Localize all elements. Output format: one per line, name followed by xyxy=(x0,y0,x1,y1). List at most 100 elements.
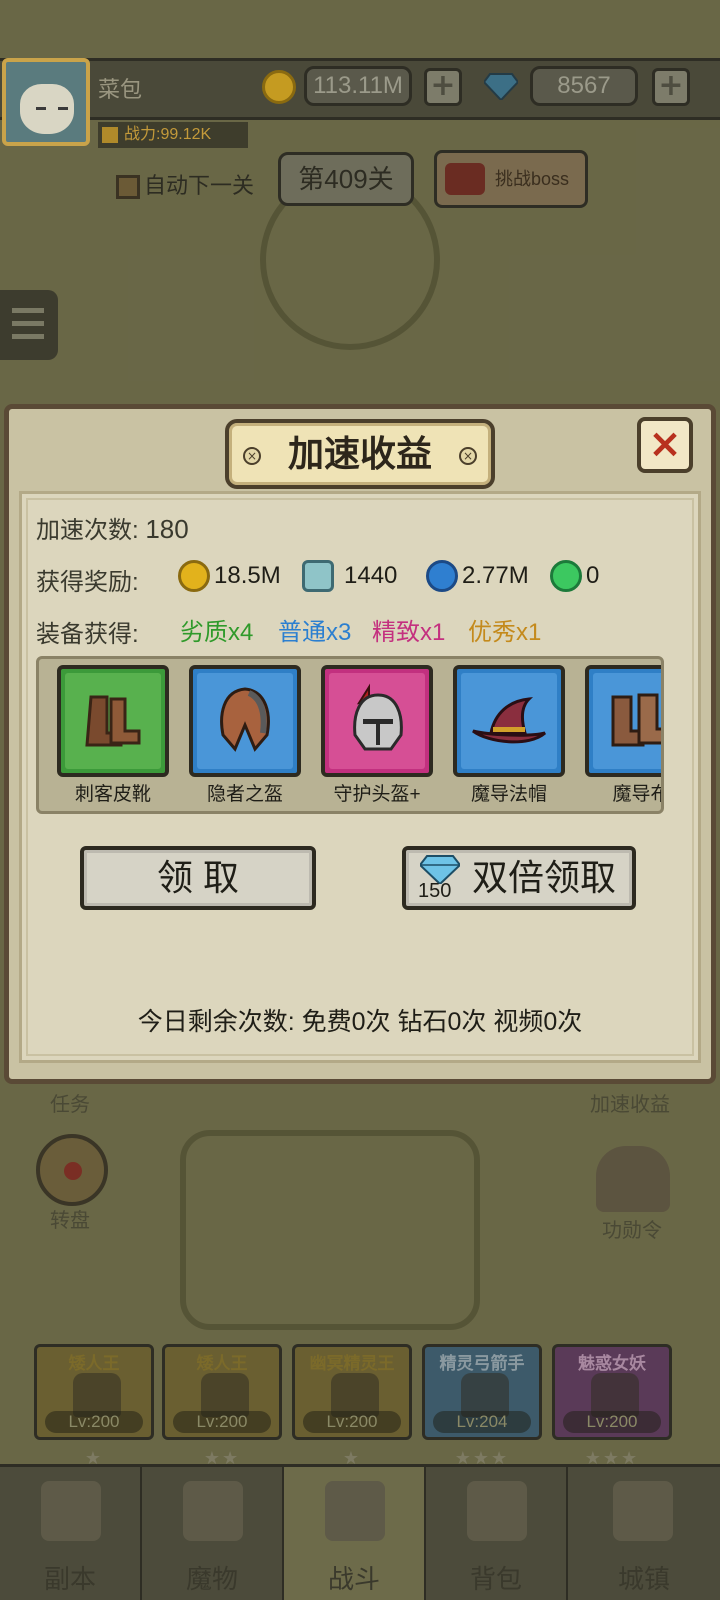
merit-label[interactable]: 功勋令 xyxy=(602,1214,662,1243)
current-stage-button[interactable]: 第409关 xyxy=(278,152,414,206)
map-scroll-icon xyxy=(41,1481,101,1541)
add-diamond-button[interactable]: + xyxy=(652,68,690,106)
cloth-boots-icon xyxy=(611,693,661,747)
boots-icon xyxy=(85,695,141,747)
equipment-name: 守护头盔+ xyxy=(333,784,421,805)
monster-helmet-icon xyxy=(183,1481,243,1541)
dialog-title-plate: × 加速收益 × xyxy=(225,419,495,489)
power-icon xyxy=(102,127,118,143)
reward-crystal: 1440 xyxy=(302,558,422,594)
speedup-count-row: 加速次数: 180 xyxy=(36,510,189,545)
equipment-item[interactable] xyxy=(321,665,433,777)
lucky-wheel-icon[interactable] xyxy=(36,1134,108,1206)
diamond-amount: 8567 xyxy=(530,66,638,106)
merit-helmet-icon[interactable] xyxy=(596,1146,670,1212)
helmet-icon xyxy=(220,687,270,752)
nav-label: 副本 xyxy=(43,1564,96,1594)
hero-lineup: 矮人王 Lv:200 ★ 矮人王 Lv:200 ★★ 幽冥精灵王 Lv:200 … xyxy=(0,1344,720,1469)
side-menu-button[interactable] xyxy=(0,290,58,360)
challenge-boss-label: 挑战boss xyxy=(495,169,570,189)
remaining-attempts-text: 今日剩余次数: 免费0次 钻石0次 视频0次 xyxy=(137,1008,583,1036)
double-claim-label: 双倍领取 xyxy=(471,857,616,898)
speedup-label[interactable]: 加速收益 xyxy=(590,1088,670,1117)
hero-level: Lv:200 xyxy=(563,1411,661,1433)
nav-label: 魔物 xyxy=(185,1564,238,1594)
auto-next-stage-toggle[interactable]: 自动下一关 xyxy=(116,168,254,200)
dialog-title: 加速收益 xyxy=(287,433,432,474)
equipment-name: 魔导布 xyxy=(612,784,664,805)
bottom-navigation: 副本 魔物 战斗 背包 城镇 xyxy=(0,1464,720,1600)
equipment-name: 隐者之盔 xyxy=(206,784,283,805)
nav-battle[interactable]: 战斗 xyxy=(284,1467,426,1600)
avatar-eye-right xyxy=(58,107,68,110)
crystal-ore-icon xyxy=(302,560,334,592)
avatar-eye-left xyxy=(36,107,46,110)
hero-card[interactable]: 矮人王 Lv:200 xyxy=(34,1344,154,1440)
gold-amount: 113.11M xyxy=(304,66,412,106)
nav-town[interactable]: 城镇 xyxy=(568,1467,720,1600)
equipment-name: 刺客皮靴 xyxy=(74,784,151,805)
grade-poor: 劣质x4 xyxy=(180,619,254,646)
blue-swirl-icon xyxy=(426,560,458,592)
reward-gold: 18.5M xyxy=(178,558,298,594)
screw-icon: × xyxy=(459,447,477,465)
reward-crystal-value: 1440 xyxy=(344,562,398,589)
reward-gold-value: 18.5M xyxy=(214,562,281,589)
nav-dungeon[interactable]: 副本 xyxy=(0,1467,142,1600)
add-gold-button[interactable]: + xyxy=(424,68,462,106)
equipment-scroll-list[interactable]: 刺客皮靴 隐者之盔 守护头盔+ 魔导法帽 魔导布 xyxy=(36,656,664,814)
hero-name: 矮人王 xyxy=(68,1354,120,1373)
speedup-count-value: 180 xyxy=(145,514,189,544)
grade-fine: 精致x1 xyxy=(372,619,446,646)
player-name: 菜包 xyxy=(98,77,143,102)
knight-helmet-icon xyxy=(353,683,403,751)
claim-button-label: 领 取 xyxy=(156,857,239,898)
equipment-item[interactable] xyxy=(453,665,565,777)
hero-name: 精灵弓箭手 xyxy=(439,1354,525,1373)
reward-swirl-value: 2.77M xyxy=(462,562,529,589)
equipment-item[interactable] xyxy=(585,665,661,777)
auto-next-checkbox[interactable] xyxy=(116,175,140,200)
task-label[interactable]: 任务 xyxy=(50,1088,90,1117)
reward-swirl: 2.77M xyxy=(426,558,546,594)
equipment-item[interactable] xyxy=(189,665,301,777)
reward-gem: 0 xyxy=(550,558,620,594)
equipment-label: 装备获得: xyxy=(36,621,139,648)
nav-label: 战斗 xyxy=(327,1564,380,1594)
nav-monsters[interactable]: 魔物 xyxy=(142,1467,284,1600)
gold-coin-icon xyxy=(178,560,210,592)
challenge-boss-button[interactable]: 挑战boss xyxy=(434,150,588,208)
hero-name: 魅惑女妖 xyxy=(578,1354,646,1373)
grade-common: 普通x3 xyxy=(278,619,352,646)
hero-card[interactable]: 魅惑女妖 Lv:200 xyxy=(552,1344,672,1440)
gold-coin-icon xyxy=(262,70,296,104)
hero-level: Lv:200 xyxy=(45,1411,143,1433)
nav-backpack[interactable]: 背包 xyxy=(426,1467,568,1600)
equipment-item[interactable] xyxy=(57,665,169,777)
hero-name: 矮人王 xyxy=(196,1354,248,1373)
menu-icon-bar xyxy=(12,321,44,326)
grade-excellent: 优秀x1 xyxy=(468,619,542,646)
green-gem-icon xyxy=(550,560,582,592)
speedup-count-label: 加速次数: xyxy=(36,517,139,544)
reward-gem-value: 0 xyxy=(586,562,600,589)
player-avatar[interactable] xyxy=(2,58,90,146)
wheel-label[interactable]: 转盘 xyxy=(50,1204,90,1233)
auto-next-label: 自动下一关 xyxy=(144,173,255,198)
menu-icon-bar xyxy=(12,334,44,339)
claim-button[interactable]: 领 取 xyxy=(80,846,316,910)
nav-label: 城镇 xyxy=(617,1564,670,1594)
wheel-hub xyxy=(64,1162,82,1180)
double-claim-button[interactable]: 150 双倍领取 xyxy=(402,846,636,910)
crossed-swords-icon xyxy=(325,1481,385,1541)
menu-icon-bar xyxy=(12,308,44,313)
hero-card[interactable]: 幽冥精灵王 Lv:200 xyxy=(292,1344,412,1440)
combat-power-label: 战力:99.12K xyxy=(124,126,212,143)
close-button[interactable]: × xyxy=(637,417,693,473)
equipment-name: 魔导法帽 xyxy=(470,784,547,805)
nav-label: 背包 xyxy=(469,1564,522,1594)
hero-name: 幽冥精灵王 xyxy=(309,1354,395,1373)
hero-card[interactable]: 矮人王 Lv:200 xyxy=(162,1344,282,1440)
hero-card[interactable]: 精灵弓箭手 Lv:204 xyxy=(422,1344,542,1440)
wizard-hat-icon xyxy=(472,697,546,744)
